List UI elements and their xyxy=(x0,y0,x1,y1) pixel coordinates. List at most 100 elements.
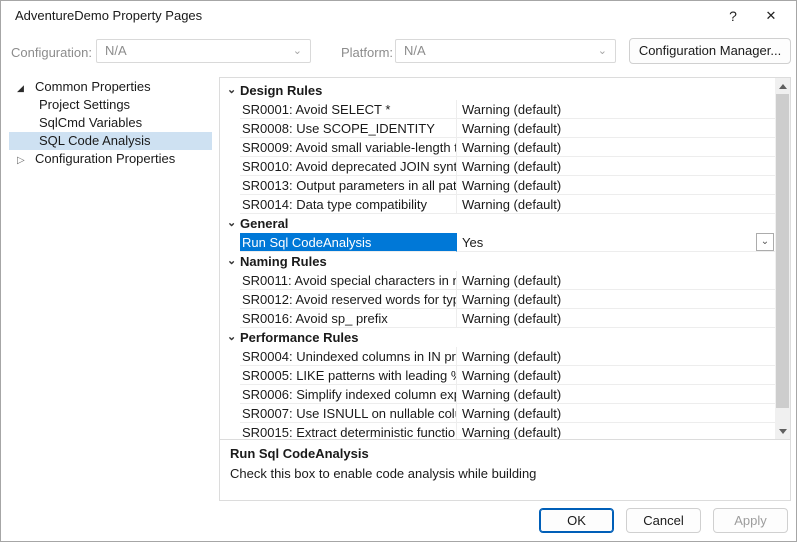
property-value-cell[interactable]: Yes⌄ xyxy=(457,233,775,252)
property-name-cell[interactable]: SR0005: LIKE patterns with leading % xyxy=(240,366,457,385)
row-gutter xyxy=(220,195,240,214)
property-value-cell[interactable]: Warning (default) xyxy=(457,423,775,439)
property-row-sr0005-like-patterns-with-leading[interactable]: SR0005: LIKE patterns with leading %Warn… xyxy=(220,366,775,385)
property-value-cell[interactable]: Warning (default) xyxy=(457,119,775,138)
property-value-cell[interactable]: Warning (default) xyxy=(457,271,775,290)
property-name-cell[interactable]: SR0007: Use ISNULL on nullable column xyxy=(240,404,457,423)
property-value-cell[interactable]: Warning (default) xyxy=(457,347,775,366)
property-name-cell[interactable]: SR0010: Avoid deprecated JOIN syntax xyxy=(240,157,457,176)
property-name-cell[interactable]: SR0009: Avoid small variable-length typ xyxy=(240,138,457,157)
value-dropdown-button[interactable]: ⌄ xyxy=(756,233,774,251)
tree-panel: ◢Common PropertiesProject SettingsSqlCmd… xyxy=(9,78,212,498)
property-value-cell[interactable]: Warning (default) xyxy=(457,195,775,214)
row-gutter xyxy=(220,233,240,252)
chevron-down-icon: ⌄ xyxy=(220,252,240,271)
help-icon[interactable]: ? xyxy=(716,1,750,31)
tree-item-label: Common Properties xyxy=(35,78,151,96)
property-value-cell[interactable]: Warning (default) xyxy=(457,366,775,385)
tree-item-configuration-properties[interactable]: ▷Configuration Properties xyxy=(9,150,212,168)
property-name-cell[interactable]: SR0015: Extract deterministic function c… xyxy=(240,423,457,439)
tree-item-label: SqlCmd Variables xyxy=(39,114,142,132)
group-header-general[interactable]: ⌄General xyxy=(220,214,775,233)
property-name-cell[interactable]: SR0014: Data type compatibility xyxy=(240,195,457,214)
chevron-down-icon: ⌄ xyxy=(293,40,302,62)
row-gutter xyxy=(220,347,240,366)
scroll-up-button[interactable] xyxy=(775,78,790,94)
row-gutter xyxy=(220,309,240,328)
scroll-up-icon xyxy=(779,84,787,89)
description-pane: Run Sql CodeAnalysis Check this box to e… xyxy=(220,439,790,500)
property-name-cell[interactable]: SR0001: Avoid SELECT * xyxy=(240,100,457,119)
property-row-run-sql-codeanalysis[interactable]: Run Sql CodeAnalysisYes⌄ xyxy=(220,233,775,252)
row-gutter xyxy=(220,290,240,309)
property-value-cell[interactable]: Warning (default) xyxy=(457,404,775,423)
scroll-down-icon xyxy=(779,429,787,434)
property-row-sr0011-avoid-special-characters-in-nam[interactable]: SR0011: Avoid special characters in namW… xyxy=(220,271,775,290)
property-row-sr0015-extract-deterministic-function-ca[interactable]: SR0015: Extract deterministic function c… xyxy=(220,423,775,439)
tree-item-project-settings[interactable]: Project Settings xyxy=(9,96,212,114)
description-text: Check this box to enable code analysis w… xyxy=(230,466,780,481)
property-name-cell[interactable]: SR0011: Avoid special characters in nam xyxy=(240,271,457,290)
row-gutter xyxy=(220,119,240,138)
row-gutter xyxy=(220,404,240,423)
property-row-sr0013-output-parameters-in-all-paths[interactable]: SR0013: Output parameters in all pathsWa… xyxy=(220,176,775,195)
property-row-sr0012-avoid-reserved-words-for-type-n[interactable]: SR0012: Avoid reserved words for type nW… xyxy=(220,290,775,309)
group-header-naming-rules[interactable]: ⌄Naming Rules xyxy=(220,252,775,271)
group-header-design-rules[interactable]: ⌄Design Rules xyxy=(220,81,775,100)
close-icon[interactable]: ✕ xyxy=(754,1,788,31)
property-value-cell[interactable]: Warning (default) xyxy=(457,176,775,195)
property-value-cell[interactable]: Warning (default) xyxy=(457,385,775,404)
property-row-sr0001-avoid-select[interactable]: SR0001: Avoid SELECT *Warning (default) xyxy=(220,100,775,119)
configuration-manager-button[interactable]: Configuration Manager... xyxy=(629,38,791,64)
property-name-cell[interactable]: SR0013: Output parameters in all paths xyxy=(240,176,457,195)
apply-button[interactable]: Apply xyxy=(713,508,788,533)
tree-item-common-properties[interactable]: ◢Common Properties xyxy=(9,78,212,96)
property-name-cell[interactable]: SR0008: Use SCOPE_IDENTITY xyxy=(240,119,457,138)
property-row-sr0008-use-scope-identity[interactable]: SR0008: Use SCOPE_IDENTITYWarning (defau… xyxy=(220,119,775,138)
title-bar: AdventureDemo Property Pages ? ✕ xyxy=(1,1,796,31)
grid-scrollbar[interactable] xyxy=(775,78,790,439)
scroll-thumb[interactable] xyxy=(776,94,789,408)
cancel-button[interactable]: Cancel xyxy=(626,508,701,533)
property-pages-dialog: AdventureDemo Property Pages ? ✕ Configu… xyxy=(0,0,797,542)
property-value-cell[interactable]: Warning (default) xyxy=(457,309,775,328)
property-name-cell[interactable]: SR0012: Avoid reserved words for type n xyxy=(240,290,457,309)
configuration-dropdown[interactable]: N/A ⌄ xyxy=(96,39,311,63)
row-gutter xyxy=(220,366,240,385)
platform-dropdown[interactable]: N/A ⌄ xyxy=(395,39,616,63)
right-panel: ⌄Design RulesSR0001: Avoid SELECT *Warni… xyxy=(219,77,791,501)
property-row-sr0004-unindexed-columns-in-in-predic[interactable]: SR0004: Unindexed columns in IN predicWa… xyxy=(220,347,775,366)
tree-item-sqlcmd-variables[interactable]: SqlCmd Variables xyxy=(9,114,212,132)
group-header-performance-rules[interactable]: ⌄Performance Rules xyxy=(220,328,775,347)
property-value-cell[interactable]: Warning (default) xyxy=(457,290,775,309)
property-value-cell[interactable]: Warning (default) xyxy=(457,138,775,157)
property-value-cell[interactable]: Warning (default) xyxy=(457,100,775,119)
property-row-sr0009-avoid-small-variable-length-typ[interactable]: SR0009: Avoid small variable-length typW… xyxy=(220,138,775,157)
scroll-down-button[interactable] xyxy=(775,423,790,439)
tree-item-sql-code-analysis[interactable]: SQL Code Analysis xyxy=(9,132,212,150)
property-row-sr0010-avoid-deprecated-join-syntax[interactable]: SR0010: Avoid deprecated JOIN syntaxWarn… xyxy=(220,157,775,176)
tree-item-label: Project Settings xyxy=(39,96,130,114)
property-name-cell[interactable]: SR0004: Unindexed columns in IN predic xyxy=(240,347,457,366)
group-label: Performance Rules xyxy=(240,328,359,347)
ok-button[interactable]: OK xyxy=(539,508,614,533)
property-row-sr0014-data-type-compatibility[interactable]: SR0014: Data type compatibilityWarning (… xyxy=(220,195,775,214)
property-name-cell[interactable]: SR0006: Simplify indexed column expres xyxy=(240,385,457,404)
property-value-cell[interactable]: Warning (default) xyxy=(457,157,775,176)
property-row-sr0016-avoid-sp-prefix[interactable]: SR0016: Avoid sp_ prefixWarning (default… xyxy=(220,309,775,328)
expand-arrow-icon[interactable]: ▷ xyxy=(17,152,35,168)
row-gutter xyxy=(220,138,240,157)
property-row-sr0007-use-isnull-on-nullable-column[interactable]: SR0007: Use ISNULL on nullable columnWar… xyxy=(220,404,775,423)
property-name-cell[interactable]: Run Sql CodeAnalysis xyxy=(240,233,457,252)
chevron-down-icon: ⌄ xyxy=(220,214,240,233)
property-name-cell[interactable]: SR0016: Avoid sp_ prefix xyxy=(240,309,457,328)
platform-value: N/A xyxy=(404,40,426,62)
tree-item-label: SQL Code Analysis xyxy=(39,132,151,150)
tree-item-label: Configuration Properties xyxy=(35,150,175,168)
property-grid: ⌄Design RulesSR0001: Avoid SELECT *Warni… xyxy=(220,78,775,439)
platform-label: Platform: xyxy=(341,45,393,60)
collapse-arrow-icon[interactable]: ◢ xyxy=(17,79,35,96)
window-title: AdventureDemo Property Pages xyxy=(15,1,202,31)
property-row-sr0006-simplify-indexed-column-expres[interactable]: SR0006: Simplify indexed column expresWa… xyxy=(220,385,775,404)
row-gutter xyxy=(220,423,240,439)
